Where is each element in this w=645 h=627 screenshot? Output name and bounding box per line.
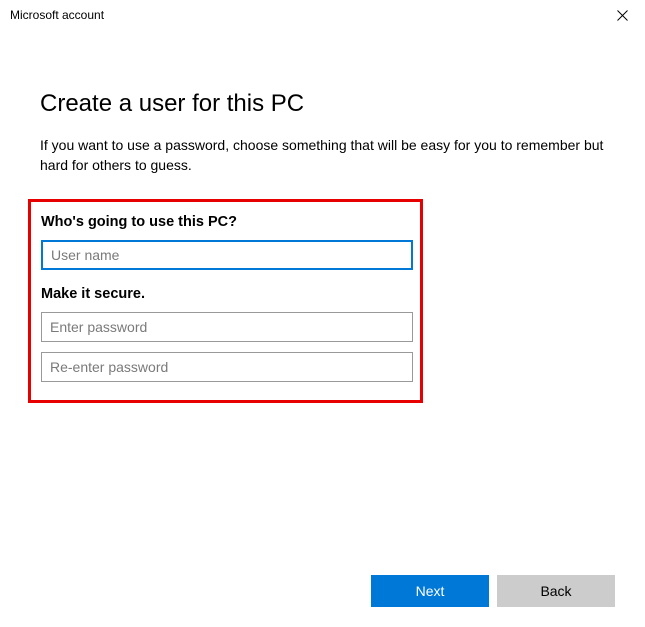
username-section-label: Who's going to use this PC? bbox=[41, 214, 410, 230]
page-description: If you want to use a password, choose so… bbox=[40, 136, 605, 175]
close-button[interactable] bbox=[600, 0, 645, 30]
back-button[interactable]: Back bbox=[497, 575, 615, 607]
password-confirm-input[interactable] bbox=[41, 352, 413, 382]
button-bar: Next Back bbox=[371, 575, 615, 607]
close-icon bbox=[617, 10, 628, 21]
titlebar: Microsoft account bbox=[0, 0, 645, 30]
form-highlight-box: Who's going to use this PC? Make it secu… bbox=[28, 199, 423, 403]
next-button[interactable]: Next bbox=[371, 575, 489, 607]
password-input[interactable] bbox=[41, 312, 413, 342]
username-input[interactable] bbox=[41, 240, 413, 270]
content-area: Create a user for this PC If you want to… bbox=[0, 30, 645, 403]
window-title: Microsoft account bbox=[10, 8, 104, 22]
page-title: Create a user for this PC bbox=[40, 90, 605, 118]
password-section-label: Make it secure. bbox=[41, 286, 410, 302]
